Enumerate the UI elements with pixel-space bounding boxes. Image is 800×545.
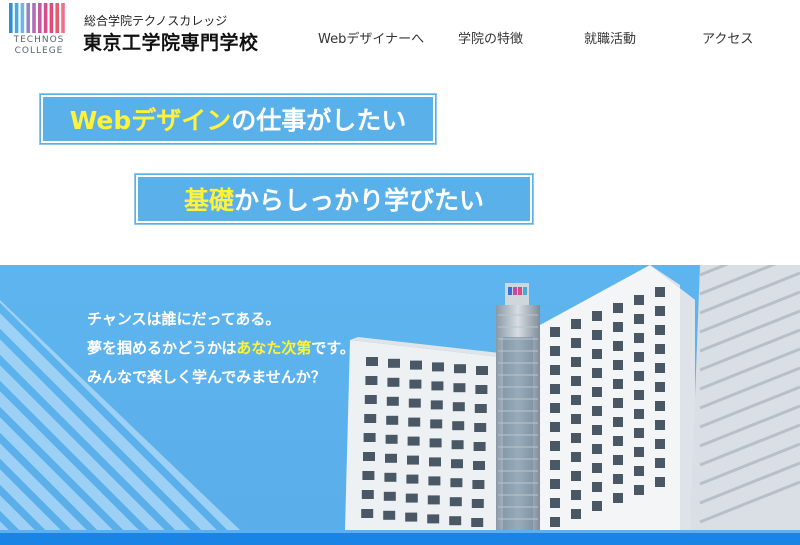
banner-highlight: Webデザイン: [69, 106, 232, 135]
hero-line-2-pre: 夢を掴めるかどうかは: [87, 339, 237, 357]
headline-banner-web-design: Webデザイン の仕事がしたい: [39, 93, 437, 145]
banner-text: の仕事がしたい: [231, 106, 407, 135]
logo-word-college: COLLEGE: [14, 46, 64, 56]
hero-line-1: チャンスは誰にだってある。: [87, 310, 281, 328]
hero-line-3: みんなで楽しく学んでみませんか？: [87, 368, 326, 386]
hero-line-2: 夢を掴めるかどうかはあなた次第です。: [87, 334, 355, 363]
nav-item-access[interactable]: アクセス: [702, 28, 753, 47]
banner-highlight: 基礎: [183, 186, 234, 215]
banner-text: からしっかり学びたい: [234, 186, 485, 215]
nav-item-job-hunting[interactable]: 就職活動: [584, 28, 636, 47]
hero-section: チャンスは誰にだってある。 夢を掴めるかどうかはあなた次第です。 みんなで楽しく…: [0, 265, 800, 530]
technos-college-logo[interactable]: TECHNOS COLLEGE: [8, 3, 70, 56]
logo-word-technos: TECHNOS: [13, 35, 65, 45]
headline-banner-basics: 基礎 からしっかり学びたい: [134, 173, 534, 225]
main-nav: Webデザイナーへ 学院の特徴 就職活動 アクセス: [300, 28, 800, 48]
bottom-accent-bar: [0, 530, 800, 545]
nav-item-web-designer[interactable]: Webデザイナーへ: [318, 28, 424, 47]
hero-line-2-post: です。: [311, 339, 355, 357]
hero-highlight: あなた次第: [236, 339, 312, 357]
school-name[interactable]: 東京工学院専門学校: [83, 28, 259, 55]
school-subtitle: 総合学院テクノスカレッジ: [84, 14, 228, 28]
site-header: TECHNOS COLLEGE 総合学院テクノスカレッジ 東京工学院専門学校 W…: [0, 0, 800, 90]
nav-item-features[interactable]: 学院の特徴: [458, 28, 523, 47]
logo-bars-graphic: [9, 3, 65, 33]
hero-copy: チャンスは誰にだってある。 夢を掴めるかどうかはあなた次第です。 みんなで楽しく…: [87, 305, 355, 392]
